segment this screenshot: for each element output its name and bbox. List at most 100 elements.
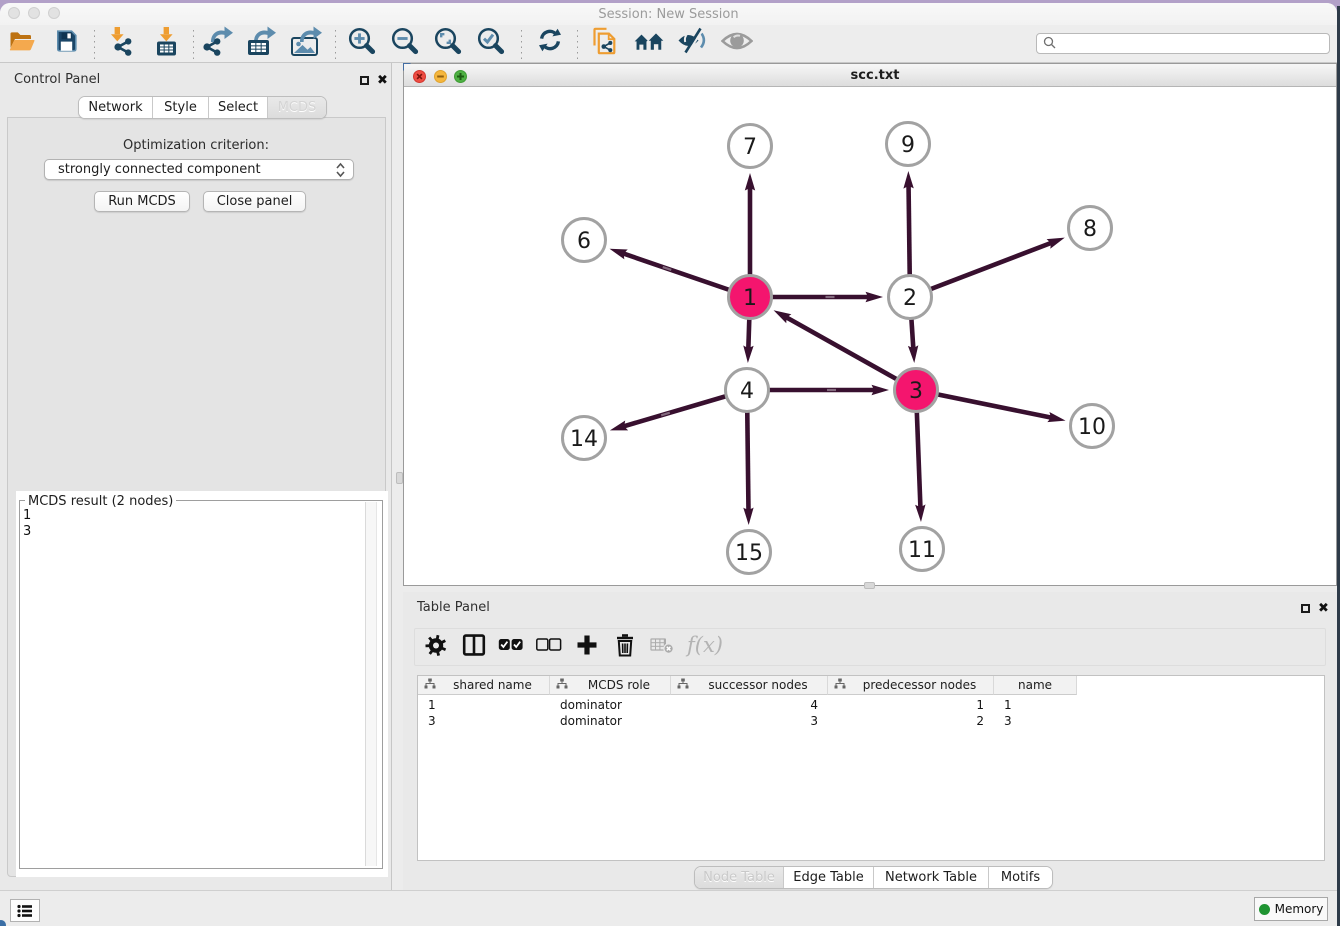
horizontal-splitter-handle[interactable] [864,582,875,589]
table-tab-network-table[interactable]: Network Table [874,867,989,888]
toolbar-zoom-in-button[interactable] [345,29,379,57]
table-toolbar-select-all-button[interactable] [497,633,525,661]
table-cell[interactable]: 1 [1004,697,1012,713]
table-tab-label: Edge Table [793,870,863,885]
table-toolbar-split-panel-button[interactable] [460,633,488,661]
toolbar-separator [335,30,336,60]
table-cell[interactable]: dominator [560,697,622,713]
toolbar-open-session-button[interactable] [5,29,39,57]
table-cell[interactable]: 3 [428,713,436,729]
column-edit-icon [834,678,846,692]
table-panel-float-icon[interactable] [1301,604,1310,613]
toolbar-clone-network-button[interactable] [588,29,622,57]
toolbar-zoom-fit-button[interactable] [431,29,465,57]
control-panel-close-icon[interactable]: ✖ [377,75,388,87]
main-titlebar: Session: New Session [0,3,1337,25]
search-icon [1043,34,1056,53]
table-panel: Table Panel ✖ shared nameMCDS rolesucces… [403,592,1337,890]
table-tab-edge-table[interactable]: Edge Table [784,867,874,888]
zoom-fit-icon [434,27,462,59]
column-header-label: predecessor nodes [846,678,993,692]
column-header-shared-name[interactable]: shared name [418,676,550,695]
control-tab-network[interactable]: Network [79,97,153,118]
reset-home-icon [633,27,665,59]
control-tab-select[interactable]: Select [209,97,268,118]
run-mcds-button[interactable]: Run MCDS [94,191,190,212]
table-toolbar-column-settings-button[interactable] [422,633,450,661]
toolbar-zoom-selected-button[interactable] [474,29,508,57]
toolbar-separator [94,30,95,60]
graph-node-label: 14 [570,427,598,452]
toolbar-separator [193,30,194,60]
control-tab-mcds[interactable]: MCDS [268,97,326,118]
optimization-criterion-label: Optimization criterion: [0,138,392,153]
table-cell[interactable]: 3 [1004,713,1012,729]
column-header-name[interactable]: name [994,676,1077,695]
column-header-MCDS-role[interactable]: MCDS role [550,676,671,695]
table-toolbar-delete-table-button [649,633,677,661]
table-cell[interactable]: 4 [671,697,818,713]
add-icon [574,632,600,662]
graph-node-label: 8 [1083,217,1097,242]
table-cell[interactable]: 2 [828,713,984,729]
search-box[interactable] [1036,33,1330,54]
graph-node-label: 7 [743,135,757,160]
control-tab-style[interactable]: Style [153,97,209,118]
column-header-predecessor-nodes[interactable]: predecessor nodes [828,676,994,695]
table-toolbar-add-button[interactable] [573,633,601,661]
column-edit-icon [424,678,436,692]
task-history-button[interactable] [10,899,40,922]
vertical-splitter-handle[interactable] [396,472,403,484]
toolbar-hide-details-button[interactable] [676,29,710,57]
select-all-icon [498,632,524,662]
graph-node-label: 3 [909,379,923,404]
mcds-result-text[interactable]: 1 3 [23,508,31,540]
clone-network-icon [590,26,620,60]
table-cell[interactable]: 1 [828,697,984,713]
delete-icon [612,632,638,662]
toolbar-show-details-button[interactable] [720,29,754,57]
import-network-icon [106,26,138,60]
application-root: Session: New Session Control Panel ✖ Net… [0,0,1340,926]
mcds-result-title: MCDS result (2 nodes) [25,494,176,509]
edge-arrowhead [872,385,890,395]
toolbar-import-network-button[interactable] [105,29,139,57]
toolbar-import-table-button[interactable] [149,29,183,57]
toolbar-export-image-button[interactable] [288,29,322,57]
control-panel-float-icon[interactable] [360,76,369,85]
toolbar-save-session-button[interactable] [49,29,83,57]
zoom-in-icon [348,27,376,59]
toolbar-reset-home-button[interactable] [632,29,666,57]
graph-node-label: 4 [740,379,754,404]
edge-arrowhead [743,345,753,363]
result-scrollbar[interactable] [365,502,377,866]
table-tab-node-table[interactable]: Node Table [695,867,784,888]
edge-arrowhead [745,173,755,191]
table-toolbar-delete-button[interactable] [611,633,639,661]
select-chevrons-icon [335,162,346,182]
node-table[interactable]: shared nameMCDS rolesuccessor nodes prede… [417,675,1325,861]
zoom-selected-icon [477,27,505,59]
table-cell[interactable]: dominator [560,713,622,729]
import-table-icon [152,26,180,60]
toolbar-zoom-out-button[interactable] [388,29,422,57]
table-tab-motifs[interactable]: Motifs [989,867,1052,888]
toolbar-apply-layout-button[interactable] [533,29,567,57]
table-panel-close-icon[interactable]: ✖ [1318,603,1329,615]
table-toolbar-function-builder-button: f(x) [691,633,719,661]
close-panel-button[interactable]: Close panel [203,191,306,212]
table-cell[interactable]: 3 [671,713,818,729]
network-graph-canvas[interactable]: 7968124314101511 [404,87,1336,585]
edge-label-mark [827,389,836,391]
memory-button[interactable]: Memory [1254,897,1328,921]
toolbar-export-table-button[interactable] [244,29,278,57]
toolbar-export-network-button[interactable] [201,29,235,57]
table-cell[interactable]: 1 [428,697,436,713]
network-window-titlebar[interactable]: scc.txt [404,64,1336,87]
optimization-criterion-value: strongly connected component [58,162,261,177]
mcds-result-groupbox [19,500,383,869]
column-header-successor-nodes[interactable]: successor nodes [671,676,828,695]
split-panel-icon [461,632,487,662]
table-toolbar-deselect-all-button[interactable] [535,633,563,661]
optimization-criterion-select[interactable]: strongly connected component [44,159,354,180]
